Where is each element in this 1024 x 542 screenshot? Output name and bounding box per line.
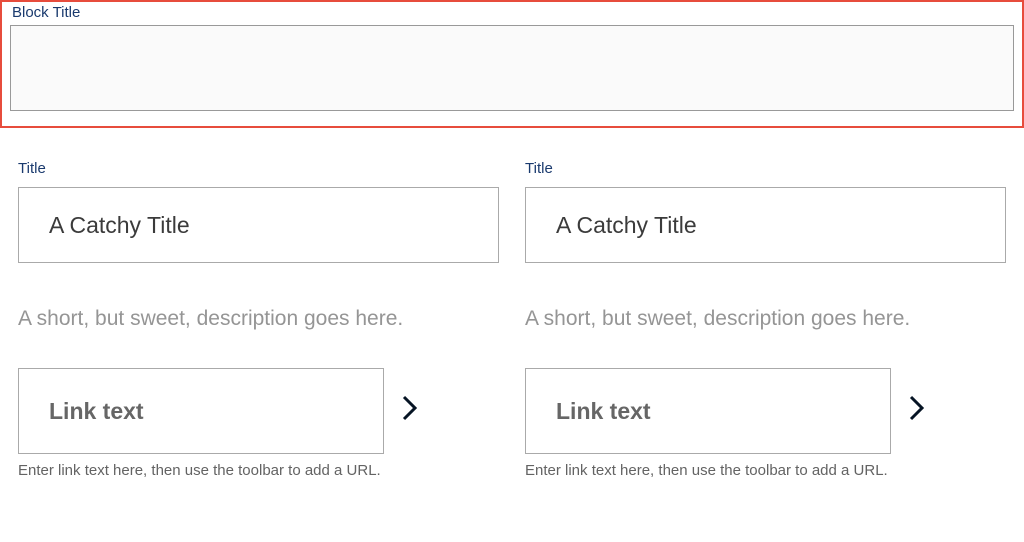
description-text: A short, but sweet, description goes her… xyxy=(525,305,1006,332)
title-label: Title xyxy=(525,160,1006,177)
link-row xyxy=(18,368,499,454)
description-text: A short, but sweet, description goes her… xyxy=(18,305,499,332)
chevron-right-icon xyxy=(402,395,418,427)
link-row xyxy=(525,368,1006,454)
link-help-text: Enter link text here, then use the toolb… xyxy=(525,462,1006,479)
chevron-right-icon xyxy=(909,395,925,427)
title-input[interactable] xyxy=(18,187,499,263)
column-left: Title A short, but sweet, description go… xyxy=(18,160,499,479)
link-text-input[interactable] xyxy=(18,368,384,454)
block-title-section: Block Title xyxy=(0,0,1024,128)
block-title-input[interactable] xyxy=(10,25,1014,111)
block-title-label: Block Title xyxy=(10,4,1014,21)
column-right: Title A short, but sweet, description go… xyxy=(525,160,1006,479)
title-label: Title xyxy=(18,160,499,177)
editor-block: Block Title Title A short, but sweet, de… xyxy=(0,0,1024,479)
link-text-input[interactable] xyxy=(525,368,891,454)
columns-wrapper: Title A short, but sweet, description go… xyxy=(0,160,1024,479)
title-input[interactable] xyxy=(525,187,1006,263)
link-help-text: Enter link text here, then use the toolb… xyxy=(18,462,499,479)
